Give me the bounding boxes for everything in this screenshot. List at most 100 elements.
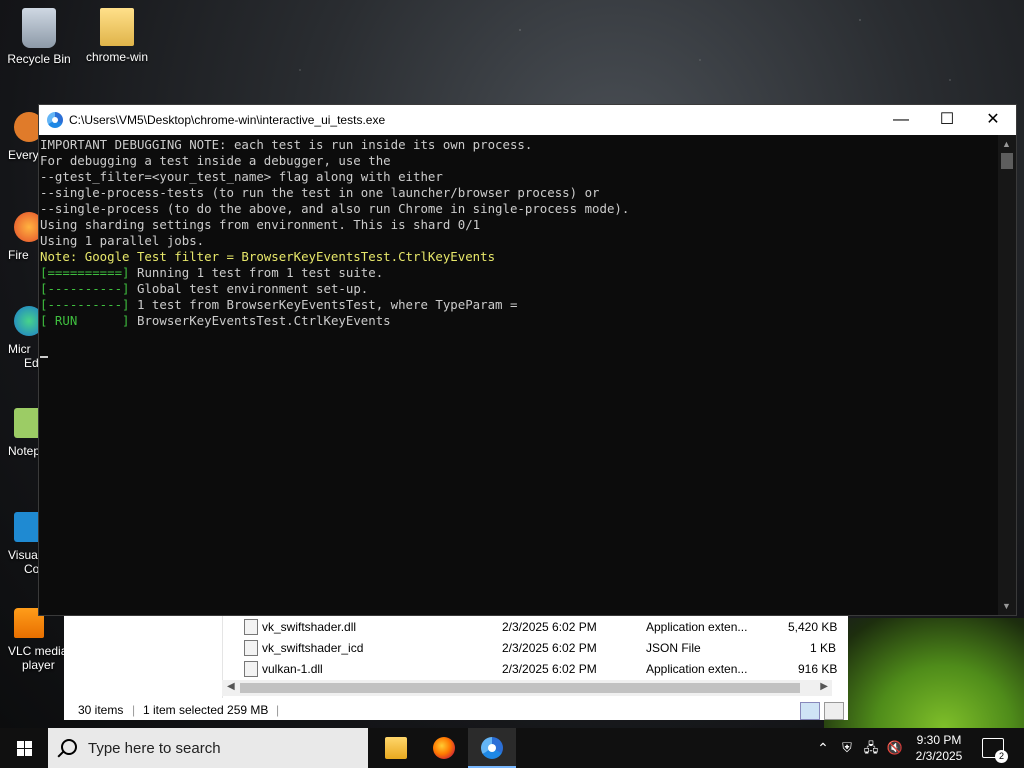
gtest-line: [ RUN ] BrowserKeyEventsTest.CtrlKeyEven… [40, 313, 998, 329]
shortcut-label: Fire [8, 248, 29, 262]
windows-logo-icon [17, 741, 32, 756]
shortcut-label: Micr [8, 342, 31, 356]
gtest-status-tag: [----------] [40, 281, 130, 296]
gtest-message: BrowserKeyEventsTest.CtrlKeyEvents [129, 313, 391, 328]
file-type: Application exten... [646, 662, 748, 676]
console-line: --gtest_filter=<your_test_name> flag alo… [40, 169, 443, 184]
taskbar-file-explorer[interactable] [372, 728, 420, 768]
console-line: Using 1 parallel jobs. [40, 233, 205, 248]
status-divider: | [132, 703, 136, 717]
console-title-bar[interactable]: C:\Users\VM5\Desktop\chrome-win\interact… [39, 105, 1016, 135]
explorer-status-bar: 30 items | 1 item selected 259 MB | [64, 700, 848, 720]
recycle-bin-icon[interactable]: Recycle Bin [2, 8, 76, 66]
security-tray-icon[interactable]: ⛨ [836, 728, 858, 768]
recycle-bin-icon-glyph [22, 8, 56, 48]
notification-count-badge: 2 [995, 750, 1008, 763]
scroll-up-icon[interactable]: ▲ [1002, 139, 1011, 149]
system-clock[interactable]: 9:30 PM 2/3/2025 [904, 732, 974, 764]
file-size: 5,420 KB [788, 620, 838, 634]
console-line: Using sharding settings from environment… [40, 217, 481, 232]
desktop-shortcut-vlc[interactable]: VLC media player [0, 608, 70, 672]
gtest-filter-note: Note: Google Test filter = BrowserKeyEve… [40, 249, 496, 264]
console-line: --single-process-tests (to run the test … [40, 185, 600, 200]
volume-muted-icon[interactable]: 🔇 [884, 728, 906, 768]
shortcut-label: Co [24, 562, 40, 576]
console-output[interactable]: IMPORTANT DEBUGGING NOTE: each test is r… [39, 135, 998, 615]
recycle-bin-label: Recycle Bin [7, 52, 71, 66]
minimize-button[interactable]: — [878, 105, 924, 135]
large-icons-view-icon[interactable] [824, 702, 844, 720]
gtest-line: [==========] Running 1 test from 1 test … [40, 265, 998, 281]
network-tray-icon[interactable]: 🖧 [860, 728, 882, 768]
file-size: 1 KB [810, 641, 837, 655]
wallpaper-hill [824, 618, 1024, 728]
close-button[interactable]: ✕ [970, 105, 1016, 135]
explorer-horizontal-scrollbar[interactable]: ◀ ▶ [222, 680, 832, 696]
taskbar-search-box[interactable]: Type here to search [48, 728, 368, 768]
start-button[interactable] [0, 728, 48, 768]
shortcut-label: Every [8, 148, 39, 162]
maximize-button[interactable]: ☐ [924, 105, 970, 135]
chrome-win-folder-icon[interactable]: chrome-win [80, 8, 154, 64]
desktop-shortcut-everything[interactable]: Every [0, 112, 44, 162]
dll-file-icon [244, 619, 258, 635]
scroll-left-icon[interactable]: ◀ [227, 681, 235, 692]
desktop-shortcut-vscode[interactable]: Visual Co [0, 512, 44, 576]
firefox-icon [433, 737, 455, 759]
scroll-thumb[interactable] [240, 683, 800, 693]
explorer-navigation-pane[interactable] [64, 614, 223, 698]
file-row[interactable]: vk_swiftshader.dll 2/3/2025 6:02 PM Appl… [238, 616, 848, 637]
file-row[interactable]: vk_swiftshader_icd 2/3/2025 6:02 PM JSON… [238, 637, 848, 658]
text-cursor [40, 355, 48, 358]
item-count: 30 items [78, 703, 124, 717]
taskbar-chrome[interactable] [468, 728, 516, 768]
gtest-status-tag: [==========] [40, 265, 130, 280]
search-placeholder: Type here to search [88, 740, 221, 757]
gtest-message: Global test environment set-up. [129, 281, 369, 296]
console-line: IMPORTANT DEBUGGING NOTE: each test is r… [40, 137, 533, 152]
file-explorer-icon [385, 737, 407, 759]
chrome-win-folder-label: chrome-win [85, 50, 148, 64]
gtest-message: Running 1 test from 1 test suite. [129, 265, 384, 280]
shortcut-label: VLC media [8, 644, 68, 658]
show-hidden-icons-chevron-up-icon[interactable]: ⌃ [812, 728, 834, 768]
chrome-icon [481, 737, 503, 759]
json-file-icon [244, 640, 258, 656]
file-name: vk_swiftshader.dll [262, 620, 357, 634]
clock-date: 2/3/2025 [915, 749, 963, 763]
file-size: 916 KB [798, 662, 838, 676]
desktop-shortcut-firefox[interactable]: Fire [0, 212, 44, 262]
desktop-shortcut-notepadpp[interactable]: Notep [0, 408, 44, 458]
gtest-line: [----------] Global test environment set… [40, 281, 998, 297]
folder-icon [100, 8, 134, 46]
desktop-shortcut-edge[interactable]: Micr Ed [0, 306, 44, 370]
file-type: JSON File [646, 641, 701, 655]
gtest-line: [----------] 1 test from BrowserKeyEvent… [40, 297, 998, 313]
window-title: C:\Users\VM5\Desktop\chrome-win\interact… [69, 113, 386, 127]
dll-file-icon [244, 661, 258, 677]
selection-info: 1 item selected 259 MB [143, 703, 269, 717]
gtest-status-tag: [ RUN ] [40, 313, 130, 328]
file-name: vulkan-1.dll [262, 662, 323, 676]
details-view-icon[interactable] [800, 702, 820, 720]
console-line: For debugging a test inside a debugger, … [40, 153, 391, 168]
scroll-down-icon[interactable]: ▼ [1002, 601, 1011, 611]
file-type: Application exten... [646, 620, 748, 634]
shortcut-label: Ed [24, 356, 39, 370]
gtest-status-tag: [----------] [40, 297, 130, 312]
notifications-icon[interactable]: 2 [982, 738, 1008, 763]
scroll-right-icon[interactable]: ▶ [820, 681, 828, 692]
console-window[interactable]: C:\Users\VM5\Desktop\chrome-win\interact… [38, 104, 1017, 616]
file-date: 2/3/2025 6:02 PM [502, 662, 597, 676]
shortcut-label: player [22, 658, 55, 672]
shortcut-label: Visual [8, 548, 41, 562]
file-date: 2/3/2025 6:02 PM [502, 641, 597, 655]
console-vertical-scrollbar[interactable]: ▲ ▼ [998, 135, 1016, 615]
shortcut-label: Notep [8, 444, 41, 458]
scroll-thumb[interactable] [1001, 153, 1013, 169]
console-line: --single-process (to do the above, and a… [40, 201, 630, 216]
status-divider: | [276, 703, 280, 717]
file-row[interactable]: vulkan-1.dll 2/3/2025 6:02 PM Applicatio… [238, 658, 848, 679]
taskbar-firefox[interactable] [420, 728, 468, 768]
file-name: vk_swiftshader_icd [262, 641, 364, 655]
